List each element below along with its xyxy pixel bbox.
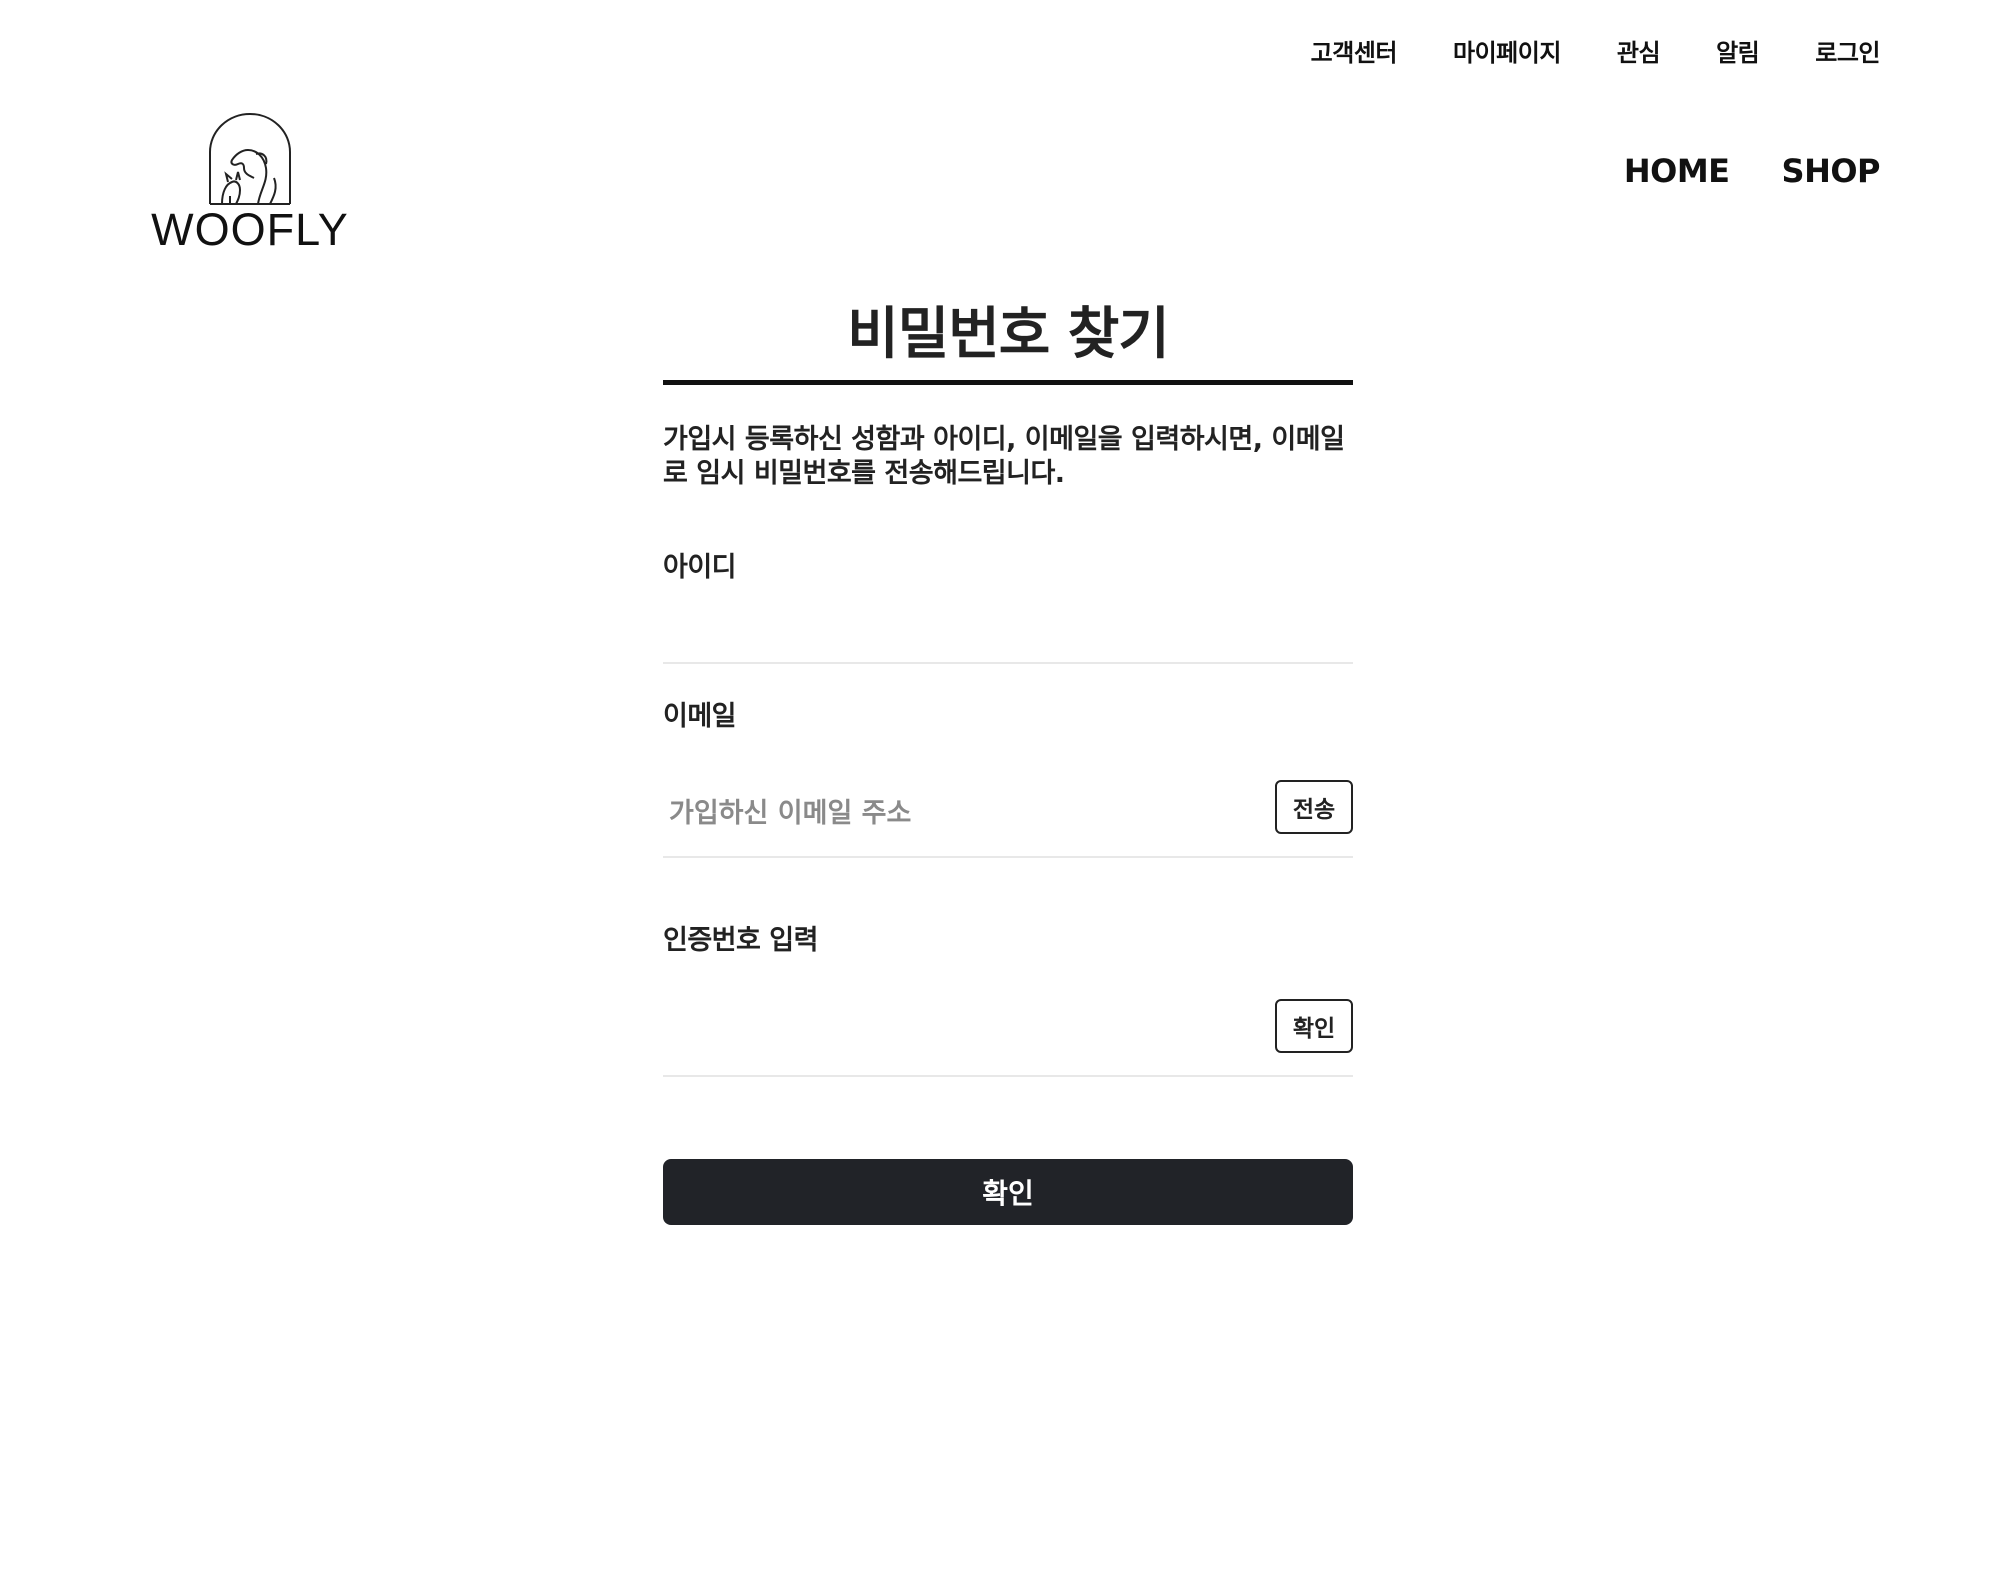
page-title: 비밀번호 찾기	[847, 302, 1170, 367]
nav-customer-center-link[interactable]: 고객센터	[1311, 33, 1398, 68]
logo-text: WOOFLY	[151, 204, 349, 255]
logo-link[interactable]: WOOFLY	[150, 112, 350, 255]
id-label: 아이디	[663, 552, 737, 583]
nav-wishlist-link[interactable]: 관심	[1617, 33, 1661, 68]
id-input[interactable]	[663, 584, 1353, 662]
nav-home-link[interactable]: HOME	[1624, 152, 1730, 190]
email-field-group: 이메일 전송	[663, 694, 1353, 858]
send-code-button[interactable]: 전송	[1275, 780, 1353, 834]
code-label: 인증번호 입력	[663, 925, 818, 956]
nav-mypage-link[interactable]: 마이페이지	[1453, 33, 1561, 68]
nav-shop-link[interactable]: SHOP	[1782, 152, 1881, 190]
code-row: 확인	[663, 957, 1353, 1077]
dog-cat-arch-icon	[209, 113, 291, 205]
code-field-group: 인증번호 입력 확인	[663, 918, 1353, 1077]
find-password-form: 비밀번호 찾기 가입시 등록하신 성함과 아이디, 이메일을 입력하시면, 이메…	[663, 290, 1353, 1225]
email-label: 이메일	[663, 701, 737, 732]
verify-code-button[interactable]: 확인	[1275, 999, 1353, 1053]
id-row	[663, 584, 1353, 664]
submit-button[interactable]: 확인	[663, 1159, 1353, 1225]
page-description: 가입시 등록하신 성함과 아이디, 이메일을 입력하시면, 이메일로 임시 비밀…	[663, 424, 1345, 489]
email-row: 전송	[663, 733, 1353, 858]
nav-login-link[interactable]: 로그인	[1815, 33, 1880, 68]
title-divider	[663, 380, 1353, 385]
id-field-group: 아이디	[663, 545, 1353, 664]
verification-code-input[interactable]	[663, 1009, 1243, 1055]
email-input[interactable]	[663, 790, 1243, 836]
utility-nav: 고객센터 마이페이지 관심 알림 로그인	[1311, 30, 1881, 70]
nav-notifications-link[interactable]: 알림	[1716, 33, 1760, 68]
main-nav: HOME SHOP	[1624, 152, 1881, 190]
